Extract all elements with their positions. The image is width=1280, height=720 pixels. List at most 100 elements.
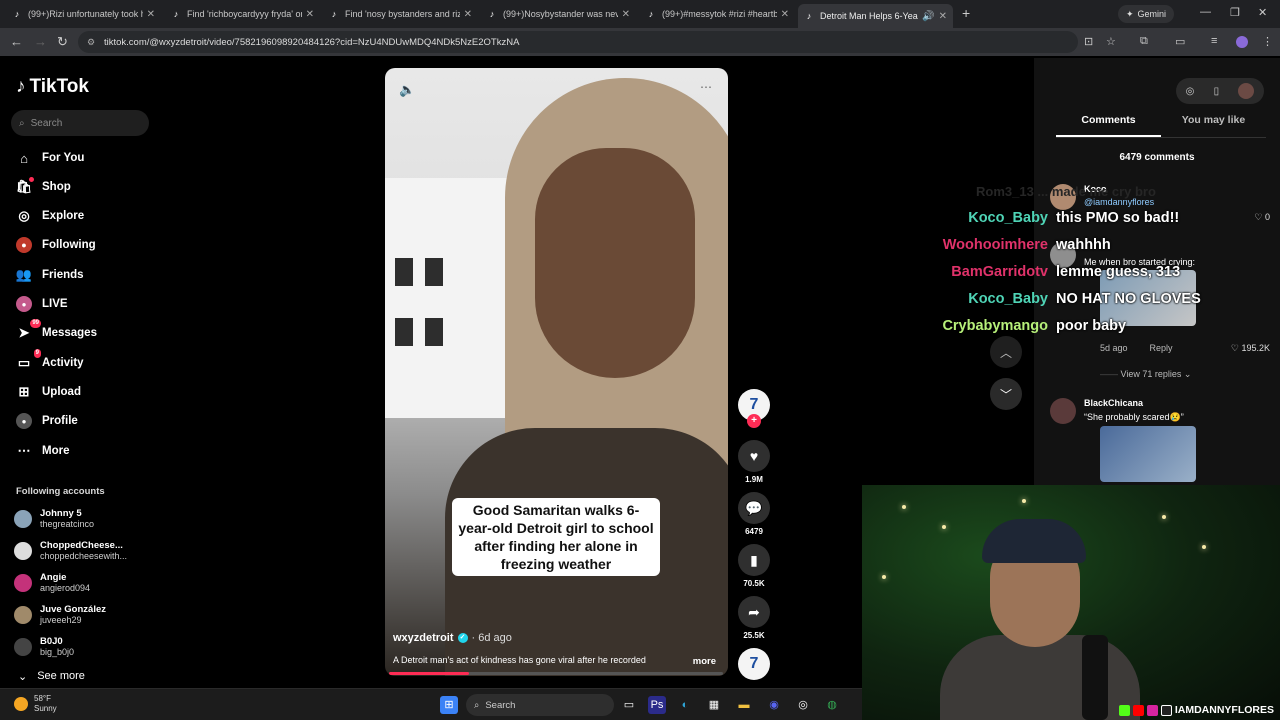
webcam-overlay: IAMDANNYFLORES xyxy=(862,485,1280,720)
close-tab-icon[interactable]: ✕ xyxy=(464,9,472,20)
nav-upload[interactable]: ⊞ Upload xyxy=(16,382,81,402)
forward-icon[interactable]: → xyxy=(34,34,47,49)
chrome-icon[interactable]: ◍ xyxy=(823,696,841,714)
chat-message: lemme guess, 313 xyxy=(1056,264,1181,280)
comment-button[interactable]: 💬 6479 xyxy=(738,492,770,536)
folder-icon[interactable]: ▬ xyxy=(735,696,753,714)
account-item[interactable]: Juve González juveeeh29 xyxy=(14,604,106,626)
nav-for-you[interactable]: ⌂ For You xyxy=(16,148,84,168)
tiktok-icon xyxy=(1160,704,1172,716)
channel-avatar-button[interactable]: 7 + xyxy=(738,389,770,428)
comments-count: 6479 comments xyxy=(1119,152,1195,163)
panel-top-controls: ◎ ▯ xyxy=(1176,78,1264,104)
account-item[interactable]: Angie angierod094 xyxy=(14,572,90,594)
next-video-button[interactable]: ﹀ xyxy=(990,378,1022,410)
view-replies-button[interactable]: —— View 71 replies ⌄ xyxy=(1100,369,1191,380)
photoshop-icon[interactable]: Ps xyxy=(648,696,666,714)
tiktok-logo[interactable]: ♪ TikTok xyxy=(16,76,89,98)
video-player[interactable]: 🔈 ⋯ Good Samaritan walks 6-year-old Detr… xyxy=(385,68,728,676)
weather-widget[interactable]: 58°F Sunny xyxy=(14,694,57,714)
video-progress-bar[interactable] xyxy=(389,672,723,675)
close-tab-icon[interactable]: ✕ xyxy=(306,9,314,20)
share-button[interactable]: ➦ 25.5K xyxy=(738,596,770,640)
account-item[interactable]: Johnny 5 thegreatcinco xyxy=(14,508,94,530)
nav-live[interactable]: ● LIVE xyxy=(16,294,68,314)
media-icon[interactable]: ≡ xyxy=(1211,35,1217,47)
reload-icon[interactable]: ↻ xyxy=(57,34,68,50)
tab-comments[interactable]: Comments xyxy=(1056,114,1161,137)
video-author[interactable]: wxyzdetroit ✓ · 6d ago xyxy=(393,632,512,644)
like-button[interactable]: ♥ 1.9M xyxy=(738,440,770,484)
chat-line: Crybabymango poor baby xyxy=(930,318,1126,334)
url-field[interactable]: ⚙ tiktok.com/@wxyzdetroit/video/758219609… xyxy=(78,31,1078,53)
nav-explore[interactable]: ◎ Explore xyxy=(16,206,84,226)
windows-taskbar: 58°F Sunny ⊞ ⌕ Search ▭ Ps ◐ ▦ ▬ ◉ ◎ ◍ xyxy=(0,688,862,720)
compass-icon[interactable]: ◎ xyxy=(1186,86,1195,97)
sound-disc-button[interactable]: 7 xyxy=(738,648,770,680)
close-tab-icon[interactable]: ✕ xyxy=(939,11,947,22)
close-tab-icon[interactable]: ✕ xyxy=(781,9,789,20)
tab-you-may-like[interactable]: You may like xyxy=(1161,114,1266,137)
comment-likes[interactable]: ♡ 195.2K xyxy=(1231,343,1270,354)
following-icon: ● xyxy=(16,237,32,253)
nav-messages[interactable]: ➤ 99 Messages xyxy=(16,319,97,343)
obs-icon[interactable]: ◎ xyxy=(794,696,812,714)
browser-tab-1[interactable]: ♪ (99+)Rizi unfortunately took he ✕ xyxy=(6,4,161,24)
discord-icon[interactable]: ◉ xyxy=(765,696,783,714)
chevron-down-icon: ⌄ xyxy=(18,671,28,683)
close-tab-icon[interactable]: ✕ xyxy=(622,9,630,20)
account-item[interactable]: ChoppedCheese... choppedcheesewith... xyxy=(14,540,127,562)
menu-kebab-icon[interactable]: ⋮ xyxy=(1262,35,1273,48)
more-options-icon[interactable]: ⋯ xyxy=(700,80,712,94)
store-icon[interactable]: ▦ xyxy=(705,696,723,714)
browser-tab-5[interactable]: ♪ (99+)#messytok #rizi #heartbre ✕ xyxy=(640,4,795,24)
new-tab-icon[interactable]: + xyxy=(962,5,970,21)
see-more-button[interactable]: ⌄ See more xyxy=(18,670,85,683)
follow-plus-icon[interactable]: + xyxy=(747,414,761,428)
maximize-icon[interactable]: ❐ xyxy=(1230,6,1240,19)
browser-tab-4[interactable]: ♪ (99+)Nosybystander was never ✕ xyxy=(481,4,636,24)
device-icon[interactable]: ▯ xyxy=(1214,86,1220,97)
more-link[interactable]: more xyxy=(693,656,716,667)
browser-tab-3[interactable]: ♪ Find 'nosy bystanders and rizi' ✕ xyxy=(323,4,478,24)
channel-avatar: 7 + xyxy=(738,389,770,428)
comment-likes[interactable]: ♡ 0 xyxy=(1254,212,1270,223)
browser-tab-bar: ♪ (99+)Rizi unfortunately took he ✕ ♪ Find … xyxy=(0,0,1280,28)
back-icon[interactable]: ← xyxy=(10,34,23,49)
chevron-up-icon: ︿ xyxy=(999,345,1012,360)
taskbar-search[interactable]: ⌕ Search xyxy=(466,694,614,716)
search-input[interactable]: ⌕ Search xyxy=(11,110,149,136)
save-button[interactable]: ▮ 70.5K xyxy=(738,544,770,588)
install-icon[interactable]: ⊡ xyxy=(1084,35,1093,48)
streamer-socials: IAMDANNYFLORES xyxy=(1118,704,1274,716)
edge-icon[interactable]: ◐ xyxy=(676,696,694,714)
cast-icon[interactable]: ▭ xyxy=(1175,35,1185,48)
volume-icon[interactable]: 🔈 xyxy=(399,82,415,98)
minimize-icon[interactable]: — xyxy=(1200,6,1211,18)
nav-activity[interactable]: ▭ 9 Activity xyxy=(16,349,84,373)
close-tab-icon[interactable]: ✕ xyxy=(147,9,155,20)
task-view-icon[interactable]: ▭ xyxy=(620,696,638,714)
previous-video-button[interactable]: ︿ xyxy=(990,336,1022,368)
nav-more[interactable]: ⋯ More xyxy=(16,441,70,461)
chevron-down-icon: ﹀ xyxy=(999,387,1012,402)
nav-shop[interactable]: 🛍 Shop xyxy=(16,177,71,197)
search-icon: ⌕ xyxy=(19,117,25,129)
browser-tab-active[interactable]: ♪Detroit Man Helps 6-Year-O🔊✕ xyxy=(798,4,953,28)
user-avatar[interactable] xyxy=(1238,83,1255,99)
nav-following[interactable]: ● Following xyxy=(16,235,96,255)
account-item[interactable]: B0J0 big_b0j0 xyxy=(14,636,74,658)
gemini-button[interactable]: ✦ Gemini xyxy=(1118,5,1175,23)
bookmark-star-icon[interactable]: ☆ xyxy=(1106,35,1116,48)
nav-profile[interactable]: ● Profile xyxy=(16,411,78,431)
extensions-icon[interactable]: ⧉ xyxy=(1140,35,1148,48)
reply-button[interactable]: Reply xyxy=(1150,343,1173,353)
profile-avatar[interactable] xyxy=(1236,36,1248,48)
streamer-shirt xyxy=(940,635,1140,720)
comment-image[interactable] xyxy=(1100,426,1196,482)
nav-friends[interactable]: 👥 Friends xyxy=(16,265,84,285)
site-info-icon[interactable]: ⚙ xyxy=(87,37,95,48)
close-window-icon[interactable]: ✕ xyxy=(1258,6,1267,19)
browser-tab-2[interactable]: ♪ Find 'richboycardyyy fryda' on T ✕ xyxy=(165,4,320,24)
windows-start-icon[interactable]: ⊞ xyxy=(440,696,458,714)
